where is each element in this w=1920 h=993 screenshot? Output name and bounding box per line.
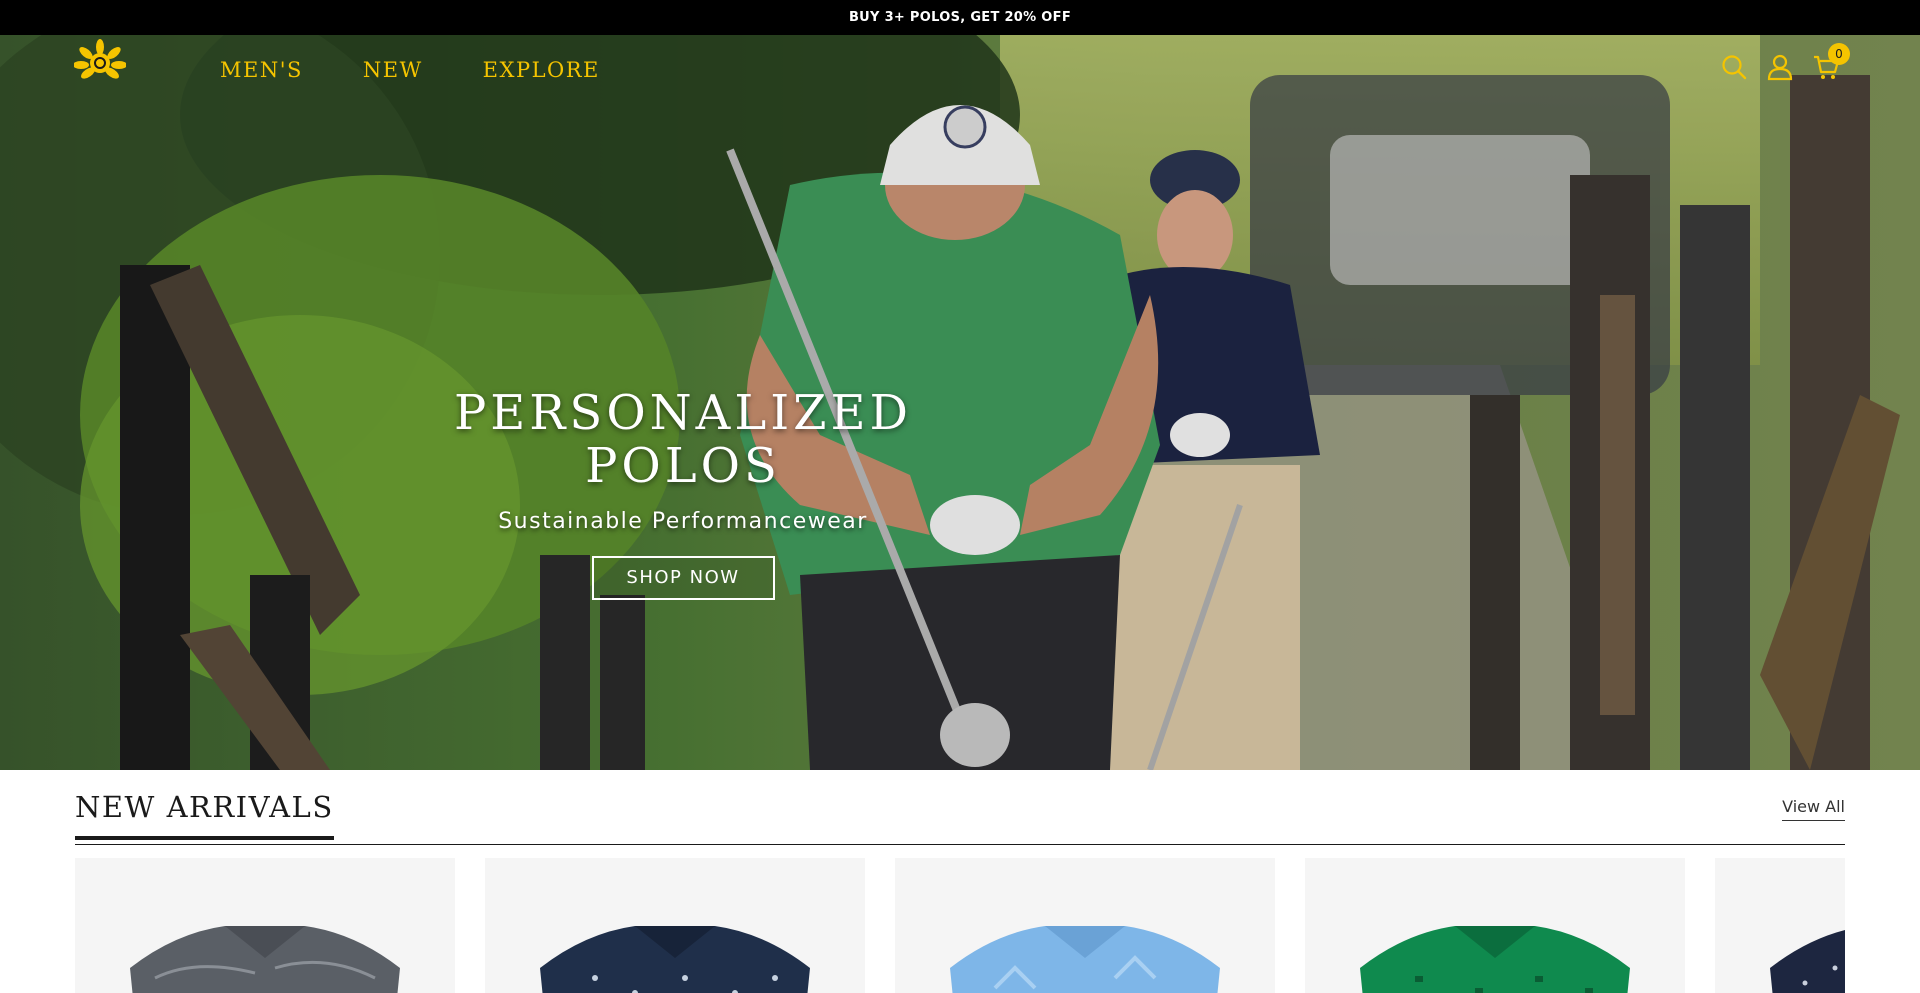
product-card[interactable] [1305, 858, 1685, 993]
new-arrivals-title: NEW ARRIVALS [75, 790, 334, 840]
product-carousel [75, 858, 1845, 993]
hero-text-block: PERSONALIZED POLOS Sustainable Performan… [400, 387, 966, 600]
product-card[interactable] [895, 858, 1275, 993]
sun-flower-logo-icon[interactable] [73, 39, 127, 79]
search-icon[interactable] [1720, 53, 1748, 81]
product-image-polo [950, 926, 1220, 993]
product-image-polo [1360, 926, 1630, 993]
shop-now-button[interactable]: SHOP NOW [591, 556, 775, 600]
nav-item-mens[interactable]: MEN'S [220, 55, 303, 85]
hero-title-line1: PERSONALIZED [453, 385, 913, 441]
hero-title-line2: POLOS [585, 438, 781, 494]
account-icon[interactable] [1766, 53, 1794, 81]
product-image-polo [1770, 930, 1845, 993]
cart-count-badge: 0 [1828, 43, 1850, 65]
announcement-text: BUY 3+ POLOS, GET 20% OFF [848, 10, 1072, 25]
new-arrivals-header: NEW ARRIVALS View All [75, 784, 1845, 845]
product-card[interactable] [75, 858, 455, 993]
cart-icon[interactable]: 0 [1812, 43, 1850, 81]
hero-subtitle: Sustainable Performancewear [498, 509, 868, 534]
product-image-polo [540, 926, 810, 993]
header-icons: 0 [1720, 43, 1850, 81]
product-image-polo [130, 926, 400, 993]
main-nav: MEN'S NEW EXPLORE [220, 55, 660, 85]
hero-banner: PERSONALIZED POLOS Sustainable Performan… [0, 35, 1920, 770]
product-card[interactable] [485, 858, 865, 993]
product-card[interactable] [1715, 858, 1845, 993]
view-all-link[interactable]: View All [1782, 797, 1845, 821]
site-header: MEN'S NEW EXPLORE 0 [0, 35, 1920, 105]
nav-item-new[interactable]: NEW [363, 55, 423, 85]
nav-item-explore[interactable]: EXPLORE [483, 55, 600, 85]
hero-title: PERSONALIZED POLOS [400, 387, 966, 493]
announcement-bar: BUY 3+ POLOS, GET 20% OFF [0, 0, 1920, 35]
